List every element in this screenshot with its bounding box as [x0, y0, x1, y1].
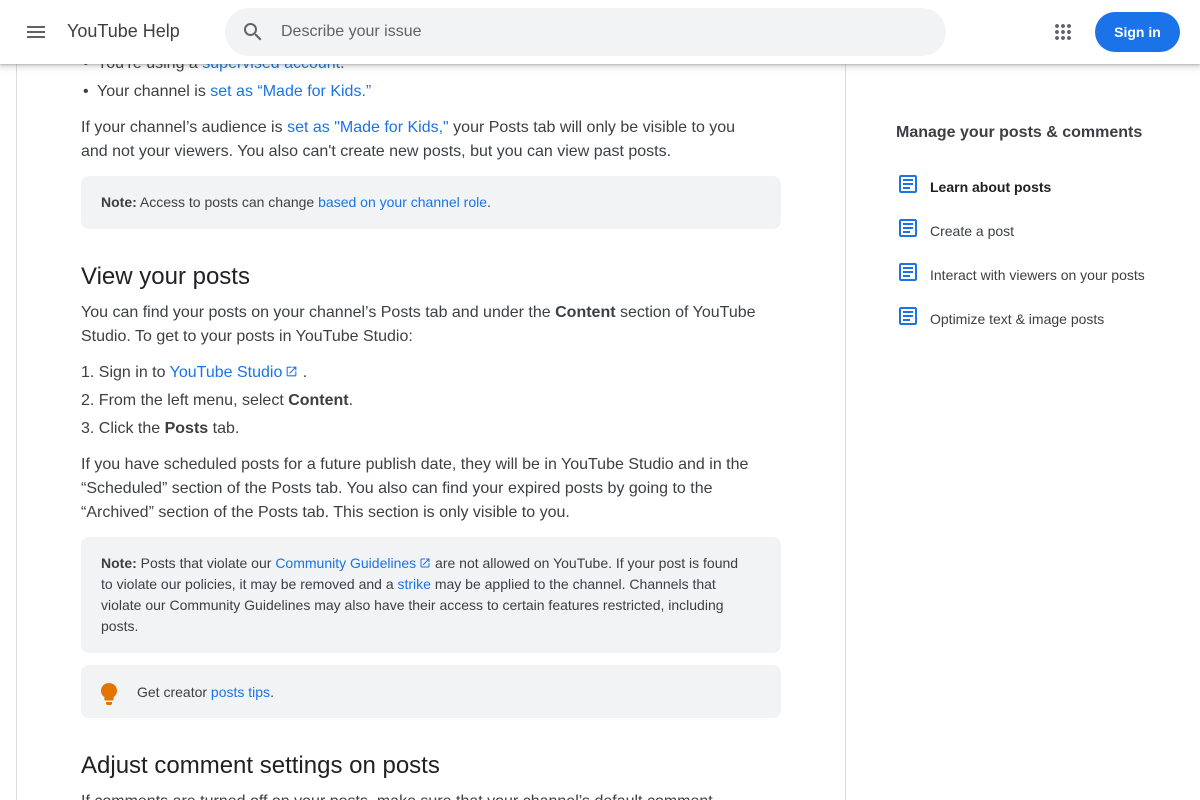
external-link-icon	[420, 558, 430, 568]
youtube-studio-link[interactable]: YouTube Studio	[170, 364, 299, 381]
search-bar[interactable]	[225, 8, 946, 56]
external-link-icon	[286, 366, 297, 377]
set-made-for-kids-link[interactable]: set as "Made for Kids,"	[287, 119, 449, 136]
app-title[interactable]: YouTube Help	[67, 21, 180, 42]
document-icon	[899, 307, 917, 325]
sign-in-button[interactable]: Sign in	[1095, 12, 1180, 52]
step-item: 2. From the left menu, select Content.	[81, 392, 354, 409]
note-callout-roles: Note: Access to posts can change based o…	[81, 176, 781, 229]
document-icon	[899, 175, 917, 193]
tip-text: Get creator posts tips.	[137, 684, 274, 700]
main-menu-button[interactable]	[12, 8, 60, 56]
audience-paragraph: If your channel’s audience is set as "Ma…	[81, 119, 736, 160]
sidebar-item-optimize-posts[interactable]: Optimize text & image posts	[896, 307, 1176, 332]
google-apps-button[interactable]	[1039, 8, 1087, 56]
step-item: 3. Click the Posts tab.	[81, 420, 240, 437]
section-heading-view-posts: View your posts	[81, 263, 250, 290]
note-callout-guidelines: Note: Posts that violate our Community G…	[81, 537, 781, 653]
step-item: 1. Sign in to YouTube Studio .	[81, 364, 308, 381]
top-app-bar: YouTube Help Sign in	[0, 0, 1200, 64]
find-posts-paragraph: You can find your posts on your channel’…	[81, 304, 756, 345]
lightbulb-icon	[101, 683, 117, 705]
sidebar-title: Manage your posts & comments	[896, 124, 1143, 141]
sidebar-item-interact-with-viewers[interactable]: Interact with viewers on your posts	[896, 263, 1176, 288]
document-icon	[899, 219, 917, 237]
strike-link[interactable]: strike	[398, 576, 431, 592]
posts-tips-link[interactable]: posts tips	[211, 684, 270, 700]
sidebar-item-learn-about-posts[interactable]: Learn about posts	[896, 175, 1176, 200]
sidebar-item-label: Interact with viewers on your posts	[930, 267, 1145, 283]
community-guidelines-link[interactable]: Community Guidelines	[275, 555, 431, 571]
apps-grid-icon	[1055, 24, 1071, 40]
sidebar-item-create-a-post[interactable]: Create a post	[896, 219, 1176, 244]
sidebar-item-label: Create a post	[930, 223, 1015, 239]
sidebar-item-label: Learn about posts	[930, 179, 1052, 195]
sidebar-item-label: Optimize text & image posts	[930, 311, 1105, 327]
made-for-kids-link[interactable]: set as “Made for Kids.”	[210, 83, 371, 100]
channel-role-link[interactable]: based on your channel role	[318, 194, 487, 210]
search-icon[interactable]	[241, 20, 265, 44]
menu-icon	[27, 26, 45, 38]
document-icon	[899, 263, 917, 281]
section-heading-adjust-comments: Adjust comment settings on posts	[81, 752, 440, 779]
tip-callout: Get creator posts tips.	[81, 665, 781, 718]
list-item: • Your channel is set as “Made for Kids.”	[83, 83, 372, 100]
scheduled-posts-paragraph: If you have scheduled posts for a future…	[81, 456, 749, 521]
search-input[interactable]	[281, 8, 921, 56]
comments-paragraph: If comments are turned off on your posts…	[81, 790, 781, 800]
